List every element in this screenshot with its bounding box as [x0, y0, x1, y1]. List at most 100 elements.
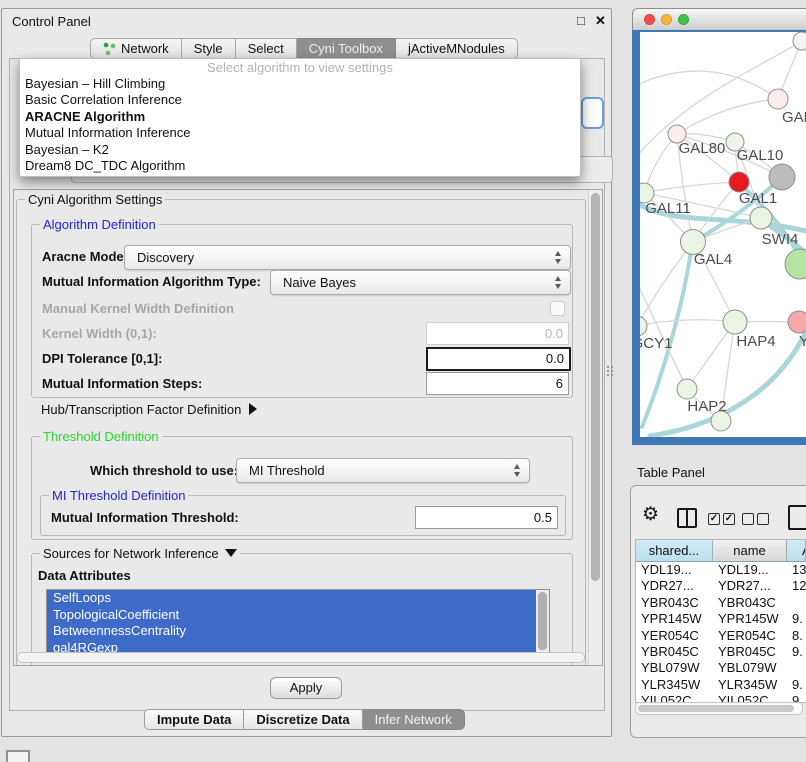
dropdown-items: Bayesian – Hill ClimbingBasic Correlatio… [20, 76, 580, 174]
table-row[interactable]: YBL079WYBL079W [636, 660, 806, 676]
algorithm-option-mutual-information-inference[interactable]: Mutual Information Inference [20, 125, 580, 141]
node-label: GAL1 [739, 190, 777, 207]
settings-horizontal-scrollbar[interactable] [17, 652, 585, 663]
tab-impute-data[interactable]: Impute Data [144, 709, 244, 730]
network-node-swi4[interactable] [750, 207, 772, 229]
table-cell: YDR27... [636, 578, 713, 594]
network-node[interactable] [769, 164, 795, 190]
mi-threshold-field[interactable]: 0.5 [415, 506, 558, 529]
network-window-frame: GALGAL80GAL10GAL1GAL11SWI4GAL4GCY1HAP4YH… [632, 30, 806, 445]
network-node-gal[interactable] [768, 89, 788, 109]
column-header-2[interactable]: name [713, 540, 787, 562]
table-row[interactable]: YLR345WYLR345W9. [636, 677, 806, 693]
table-row[interactable]: YBR045CYBR045C9. [636, 644, 806, 660]
network-canvas[interactable]: GALGAL80GAL10GAL1GAL11SWI4GAL4GCY1HAP4YH… [640, 32, 806, 437]
settings-vertical-scrollbar[interactable] [588, 190, 602, 665]
network-view-window: GALGAL80GAL10GAL1GAL11SWI4GAL4GCY1HAP4YH… [632, 8, 806, 445]
table-cell: YDL19... [713, 562, 787, 578]
aracne-mode-combo[interactable]: Discovery [124, 245, 571, 270]
list-scrollbar[interactable] [536, 590, 549, 657]
network-node[interactable] [785, 249, 806, 279]
network-window-titlebar[interactable] [632, 8, 806, 32]
network-node-hap2[interactable] [677, 379, 697, 399]
table-header: shared...nameA [636, 540, 806, 562]
collapse-icon[interactable] [225, 549, 237, 557]
table-row[interactable]: YBR043CYBR043C [636, 595, 806, 611]
tab-discretize-data[interactable]: Discretize Data [244, 709, 362, 730]
unchecked-checkbox-icon[interactable] [742, 513, 754, 525]
network-node-gal1[interactable] [729, 172, 749, 192]
tab-cyni-toolbox[interactable]: Cyni Toolbox [297, 38, 396, 59]
which-threshold-combo[interactable]: MI Threshold [236, 458, 530, 483]
table-horizontal-scrollbar[interactable] [635, 702, 803, 715]
table-cell [787, 595, 806, 611]
tab-label: Style [194, 39, 223, 58]
table-row[interactable]: YER054CYER054C8. [636, 628, 806, 644]
network-node-gcy1[interactable] [640, 316, 647, 336]
list-scrollbar-thumb[interactable] [538, 592, 547, 650]
minimized-panel-icon[interactable] [6, 750, 30, 762]
gear-icon[interactable]: ⚙ [642, 505, 659, 524]
node-label: GAL80 [679, 140, 726, 157]
data-attributes-list: SelfLoopsTopologicalCoefficientBetweenne… [46, 589, 550, 658]
checked-checkbox-icon[interactable]: ✓ [723, 513, 735, 525]
kernel-width-field[interactable]: 0.0 [426, 322, 569, 345]
table-row[interactable]: YDR27...YDR27...12 [636, 578, 806, 594]
settings-vscroll-thumb[interactable] [591, 193, 600, 581]
tab-jactivemnodules[interactable]: jActiveMNodules [396, 38, 518, 59]
attribute-item-topologicalcoefficient[interactable]: TopologicalCoefficient [47, 607, 549, 624]
dpi-tolerance-label: DPI Tolerance [0,1]: [42, 351, 162, 366]
apply-button[interactable]: Apply [270, 677, 342, 699]
splitter-grip-icon[interactable] [606, 365, 614, 377]
table-cell: 8. [787, 628, 806, 644]
tab-infer-network[interactable]: Infer Network [363, 709, 465, 730]
algorithm-option-dream8-dc-tdc-algorithm[interactable]: Dream8 DC_TDC Algorithm [20, 158, 580, 174]
algorithm-definition-group: Algorithm Definition Aracne Mode: Discov… [31, 224, 573, 398]
algorithm-option-bayesian-k2[interactable]: Bayesian – K2 [20, 142, 580, 158]
network-node[interactable] [793, 32, 806, 50]
tab-network[interactable]: Network [90, 38, 182, 59]
minimize-traffic-light-icon[interactable] [661, 14, 672, 25]
zoom-traffic-light-icon[interactable] [678, 14, 689, 25]
table-cell: YBL079W [636, 660, 713, 676]
algorithm-option-aracne-algorithm[interactable]: ARACNE Algorithm [20, 109, 580, 125]
column-header-1[interactable]: shared... [636, 540, 713, 562]
algorithm-dropdown-popup: Select algorithm to view settings Bayesi… [19, 58, 581, 177]
algorithm-option-bayesian-hill-climbing[interactable]: Bayesian – Hill Climbing [20, 76, 580, 92]
tab-select[interactable]: Select [236, 38, 297, 59]
tab-label: Select [248, 39, 284, 58]
algorithm-option-basic-correlation-inference[interactable]: Basic Correlation Inference [20, 92, 580, 108]
mi-algorithm-type-combo[interactable]: Naive Bayes [270, 270, 571, 295]
node-label: SWI4 [762, 231, 799, 248]
mi-steps-field[interactable]: 6 [426, 372, 569, 395]
float-window-icon[interactable]: □ [577, 13, 585, 28]
dpi-tolerance-field[interactable]: 0.0 [426, 347, 571, 371]
attribute-item-betweennesscentrality[interactable]: BetweennessCentrality [47, 623, 549, 640]
network-node-hap4[interactable] [723, 310, 747, 334]
column-header-3[interactable]: A [787, 540, 806, 562]
close-traffic-light-icon[interactable] [644, 14, 655, 25]
document-icon[interactable] [788, 505, 806, 530]
split-view-icon[interactable] [677, 508, 697, 528]
focused-combo-edge[interactable] [581, 97, 604, 129]
checked-checkbox-icon[interactable]: ✓ [708, 513, 720, 525]
network-node-y[interactable] [788, 311, 806, 333]
dropdown-prompt: Select algorithm to view settings [20, 59, 580, 76]
unchecked-checkbox-icon[interactable] [757, 513, 769, 525]
table-row[interactable]: YDL19...YDL19...13 [636, 562, 806, 578]
attribute-item-selfloops[interactable]: SelfLoops [47, 590, 549, 607]
table-cell: YBR045C [713, 644, 787, 660]
table-cell: YLR345W [636, 677, 713, 693]
tab-style[interactable]: Style [182, 38, 236, 59]
close-window-icon[interactable]: ✕ [595, 13, 606, 29]
manual-kernel-checkbox[interactable] [550, 301, 565, 316]
table-row[interactable]: YPR145WYPR145W9. [636, 611, 806, 627]
group-title: Threshold Definition [40, 429, 162, 444]
node-label: Y [799, 333, 806, 350]
hub-definition-toggle[interactable]: Hub/Transcription Factor Definition [41, 402, 257, 417]
threshold-definition-group: Threshold Definition Which threshold to … [31, 436, 573, 540]
network-node[interactable] [711, 411, 731, 431]
table-cell: YPR145W [636, 611, 713, 627]
table-hscroll-thumb[interactable] [638, 705, 794, 712]
settings-scroll-pane: Cyni Algorithm Settings Algorithm Defini… [13, 189, 603, 666]
